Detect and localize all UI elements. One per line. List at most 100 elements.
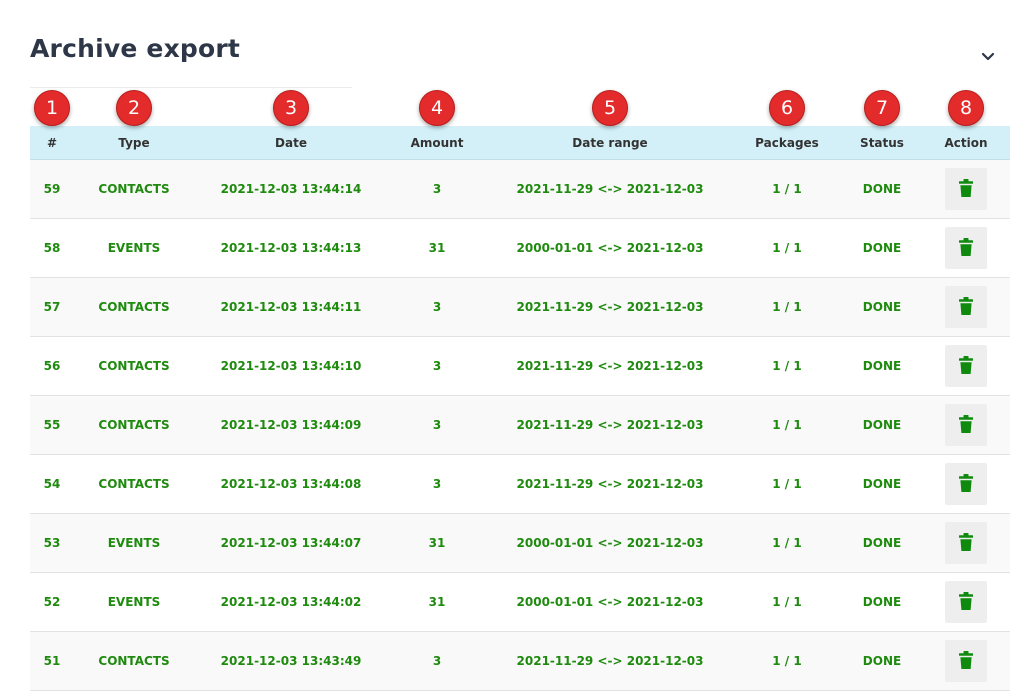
row-id: 54 [43,477,61,491]
trash-icon [959,237,973,259]
row-type: CONTACTS [98,654,170,668]
table-row: 59 CONTACTS 2021-12-03 13:44:14 3 2021-11-29… [30,160,1010,219]
column-header-date-range[interactable]: Date range [572,126,647,159]
row-type: CONTACTS [98,418,170,432]
row-id: 57 [43,300,61,314]
action-cell [945,278,987,336]
delete-button[interactable] [945,286,987,328]
row-amount: 3 [432,477,442,491]
delete-button[interactable] [945,463,987,505]
row-type: CONTACTS [98,182,170,196]
row-date-range: 2021-11-29 <-> 2021-12-03 [516,359,704,373]
annotation-badge: 8 [948,90,984,126]
table-body: 59 CONTACTS 2021-12-03 13:44:14 3 2021-11-29… [30,160,1010,691]
collapse-toggle[interactable] [976,44,1000,68]
delete-button[interactable] [945,640,987,682]
row-date: 2021-12-03 13:44:08 [220,477,362,491]
row-packages: 1 / 1 [772,477,802,491]
trash-icon [959,532,973,554]
row-amount: 3 [432,359,442,373]
table-row: 52 EVENTS 2021-12-03 13:44:02 31 2000-01-01 … [30,573,1010,632]
column-header-type[interactable]: Type [118,126,149,159]
delete-button[interactable] [945,581,987,623]
action-cell [945,573,987,631]
action-cell [945,455,987,513]
delete-button[interactable] [945,227,987,269]
action-cell [945,514,987,572]
row-status: DONE [862,241,902,255]
row-date: 2021-12-03 13:44:07 [220,536,362,550]
row-packages: 1 / 1 [772,418,802,432]
column-header-status[interactable]: Status [860,126,904,159]
row-type: CONTACTS [98,359,170,373]
row-id: 58 [43,241,61,255]
row-packages: 1 / 1 [772,241,802,255]
annotation-badge: 1 [34,90,70,126]
page-title: Archive export [30,34,241,63]
row-date-range: 2021-11-29 <-> 2021-12-03 [516,418,704,432]
row-date: 2021-12-03 13:44:02 [220,595,362,609]
table-row: 51 CONTACTS 2021-12-03 13:43:49 3 2021-11-29… [30,632,1010,691]
row-amount: 31 [428,241,446,255]
delete-button[interactable] [945,168,987,210]
row-type: EVENTS [107,241,161,255]
action-cell [945,160,987,218]
row-packages: 1 / 1 [772,595,802,609]
title-divider [30,87,352,88]
row-date-range: 2021-11-29 <-> 2021-12-03 [516,182,704,196]
column-header-id[interactable]: # [47,126,57,159]
action-cell [945,219,987,277]
row-date-range: 2021-11-29 <-> 2021-12-03 [516,477,704,491]
trash-icon [959,591,973,613]
row-packages: 1 / 1 [772,359,802,373]
row-packages: 1 / 1 [772,654,802,668]
row-id: 52 [43,595,61,609]
action-cell [945,396,987,454]
column-header-packages[interactable]: Packages [755,126,819,159]
column-header-amount[interactable]: Amount [411,126,464,159]
row-date: 2021-12-03 13:44:10 [220,359,362,373]
row-status: DONE [862,182,902,196]
row-date: 2021-12-03 13:44:13 [220,241,362,255]
table-row: 57 CONTACTS 2021-12-03 13:44:11 3 2021-11-29… [30,278,1010,337]
row-date: 2021-12-03 13:43:49 [220,654,362,668]
row-date: 2021-12-03 13:44:09 [220,418,362,432]
trash-icon [959,414,973,436]
row-type: EVENTS [107,536,161,550]
row-amount: 3 [432,300,442,314]
chevron-down-icon [981,52,995,60]
table-header-row: # Type Date Amount Date range Packages S… [30,126,1010,160]
delete-button[interactable] [945,345,987,387]
trash-icon [959,650,973,672]
row-id: 51 [43,654,61,668]
delete-button[interactable] [945,404,987,446]
row-type: CONTACTS [98,477,170,491]
row-packages: 1 / 1 [772,182,802,196]
row-amount: 31 [428,536,446,550]
column-header-date[interactable]: Date [275,126,307,159]
delete-button[interactable] [945,522,987,564]
table-row: 58 EVENTS 2021-12-03 13:44:13 31 2000-01-01 … [30,219,1010,278]
row-status: DONE [862,359,902,373]
row-status: DONE [862,536,902,550]
trash-icon [959,296,973,318]
row-id: 55 [43,418,61,432]
action-cell [945,632,987,690]
row-packages: 1 / 1 [772,536,802,550]
archive-export-table: # Type Date Amount Date range Packages S… [30,126,1010,691]
annotation-badge: 6 [769,90,805,126]
row-id: 56 [43,359,61,373]
row-date-range: 2000-01-01 <-> 2021-12-03 [516,536,704,550]
table-row: 55 CONTACTS 2021-12-03 13:44:09 3 2021-11-29… [30,396,1010,455]
annotation-badge: 7 [864,90,900,126]
column-header-action: Action [944,135,988,150]
row-type: EVENTS [107,595,161,609]
row-amount: 3 [432,182,442,196]
row-id: 59 [43,182,61,196]
table-row: 56 CONTACTS 2021-12-03 13:44:10 3 2021-11-29… [30,337,1010,396]
trash-icon [959,178,973,200]
row-status: DONE [862,477,902,491]
row-type: CONTACTS [98,300,170,314]
row-date: 2021-12-03 13:44:11 [220,300,362,314]
annotation-badge: 5 [592,90,628,126]
